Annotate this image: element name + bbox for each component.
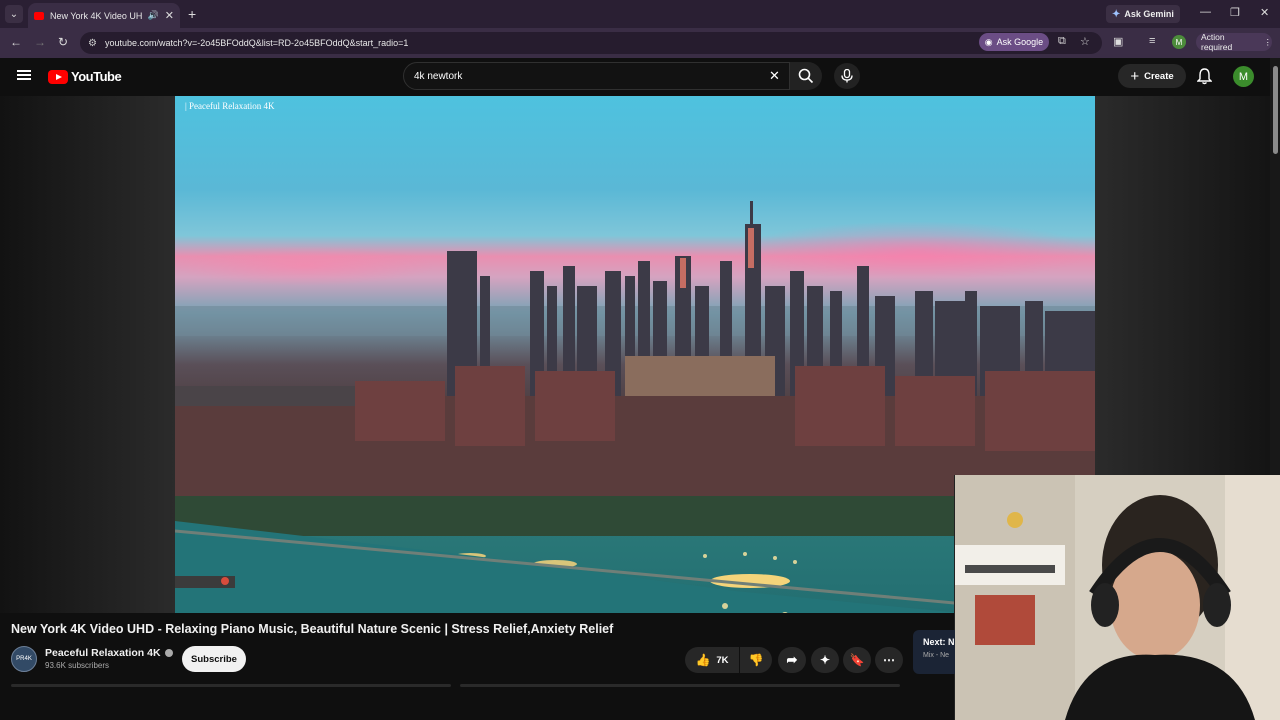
- account-avatar[interactable]: M: [1233, 66, 1254, 87]
- create-label: Create: [1144, 70, 1174, 82]
- create-button[interactable]: + Create: [1118, 64, 1186, 88]
- search-input[interactable]: 4k newtork: [403, 62, 790, 90]
- video-watermark: | Peaceful Relaxation 4K: [185, 101, 275, 111]
- site-info-icon[interactable]: ⚙: [88, 38, 97, 49]
- search-query-text: 4k newtork: [414, 70, 463, 82]
- channel-name-text: Peaceful Relaxation 4K: [45, 647, 161, 659]
- like-button[interactable]: 👍 7K: [685, 647, 739, 673]
- back-arrow-icon[interactable]: ←: [10, 35, 22, 49]
- plus-icon: +: [1130, 67, 1140, 85]
- dislike-button[interactable]: 👎: [740, 647, 772, 673]
- forward-arrow-icon[interactable]: →: [34, 35, 46, 49]
- reload-icon[interactable]: ↻: [58, 35, 68, 49]
- verified-badge-icon: [164, 649, 173, 658]
- youtube-logo-text: YouTube: [71, 69, 122, 84]
- more-actions-button[interactable]: ⋯: [875, 647, 903, 673]
- tab-title: New York 4K Video UHD - R: [50, 10, 142, 21]
- search-icon: [798, 68, 814, 84]
- clear-search-icon[interactable]: ✕: [769, 68, 780, 84]
- close-window-button[interactable]: ✕: [1260, 6, 1269, 19]
- bookmark-icon: 🔖: [849, 653, 865, 667]
- video-title: New York 4K Video UHD - Relaxing Piano M…: [11, 622, 614, 636]
- extensions-icon[interactable]: ▣: [1113, 35, 1123, 48]
- subscribe-button[interactable]: Subscribe: [182, 646, 246, 672]
- sparkle-icon: ✦: [819, 653, 831, 667]
- menu-icon[interactable]: [17, 70, 31, 80]
- search-button[interactable]: [790, 62, 822, 90]
- voice-search-button[interactable]: [834, 63, 860, 89]
- notifications-bell-icon[interactable]: [1197, 68, 1212, 85]
- lens-icon: ◉: [984, 36, 993, 47]
- tab-close-icon[interactable]: ✕: [165, 9, 174, 22]
- share-button[interactable]: ➦: [778, 647, 806, 673]
- ambient-glow-left: [0, 96, 175, 613]
- next-video-subtitle: Mix - Ne: [923, 652, 950, 659]
- tab-search-button[interactable]: ⌄: [5, 5, 23, 23]
- thumbs-up-icon: 👍: [695, 653, 711, 667]
- ask-google-label: Ask Google: [996, 37, 1044, 47]
- share-icon: ➦: [786, 652, 798, 667]
- media-control-icon[interactable]: ≡: [1149, 35, 1155, 47]
- address-bar[interactable]: ⚙ youtube.com/watch?v=-2o45BFOddQ&list=R…: [80, 32, 1102, 54]
- ask-gemini-button[interactable]: ✦ Ask Gemini: [1106, 5, 1180, 23]
- description-box-edge: [11, 684, 451, 687]
- comment-box-edge: [460, 684, 900, 687]
- youtube-header: YouTube 4k newtork ✕ + Create M: [0, 58, 1270, 96]
- minimize-button[interactable]: —: [1200, 6, 1211, 18]
- new-tab-button[interactable]: +: [188, 6, 196, 22]
- save-button[interactable]: 🔖: [843, 647, 871, 673]
- youtube-play-icon: [48, 69, 68, 84]
- like-count: 7K: [716, 654, 729, 666]
- ambient-glow-right: [1095, 96, 1270, 476]
- webcam-person-image: [955, 475, 1280, 720]
- ask-ai-button[interactable]: ✦: [811, 647, 839, 673]
- thumbs-down-icon: 👎: [748, 653, 764, 667]
- gemini-sparkle-icon: ✦: [1112, 8, 1121, 20]
- ask-gemini-label: Ask Gemini: [1124, 9, 1174, 19]
- ask-google-button[interactable]: ◉ Ask Google: [979, 33, 1049, 51]
- channel-avatar[interactable]: PR4K: [11, 646, 37, 672]
- next-video-title: Next: N: [923, 637, 955, 647]
- bookmark-star-icon[interactable]: ☆: [1080, 35, 1090, 48]
- more-menu-icon: ⋮: [1263, 36, 1273, 47]
- url-text: youtube.com/watch?v=-2o45BFOddQ&list=RD-…: [104, 38, 409, 48]
- youtube-favicon-icon: [34, 11, 44, 20]
- browser-tab-active[interactable]: New York 4K Video UHD - R 🔊 ✕: [28, 3, 180, 28]
- webcam-overlay: [954, 475, 1280, 720]
- restore-button[interactable]: ❐: [1230, 6, 1240, 19]
- action-required-label: Action required: [1201, 32, 1233, 52]
- more-horizontal-icon: ⋯: [883, 653, 895, 667]
- subscriber-count: 93.6K subscribers: [45, 661, 110, 670]
- microphone-icon: [841, 69, 853, 83]
- youtube-logo[interactable]: YouTube: [48, 69, 122, 84]
- action-required-button[interactable]: Action required ⋮: [1196, 32, 1273, 52]
- scrollbar-thumb[interactable]: [1273, 66, 1278, 154]
- channel-name[interactable]: Peaceful Relaxation 4K: [45, 647, 173, 659]
- audio-playing-icon[interactable]: 🔊: [148, 10, 159, 21]
- next-video-card[interactable]: Next: N Mix - Ne: [913, 630, 955, 674]
- browser-profile-avatar[interactable]: M: [1172, 35, 1186, 49]
- install-app-icon[interactable]: ⧉: [1058, 35, 1066, 48]
